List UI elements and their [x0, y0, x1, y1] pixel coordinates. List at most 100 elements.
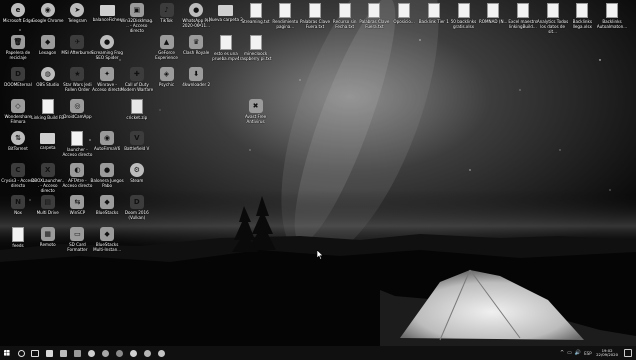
desktop-icon[interactable]: ◆ Lexagon	[32, 35, 64, 55]
desktop-icon[interactable]: ✈ MSI Afterburner	[61, 35, 93, 55]
desktop-icon[interactable]: Backlinks Autoalmaton...	[596, 3, 628, 29]
desktop-icon[interactable]: ◍ OBS Studio	[32, 67, 64, 87]
desktop-icon[interactable]: launcher - Acceso directo	[61, 131, 93, 157]
desktop-icon[interactable]: Backlinks llega.xlsx	[566, 3, 598, 29]
desktop-icon[interactable]: ⇅ BitTorrent	[2, 131, 34, 151]
taskbar-whatsapp[interactable]	[154, 346, 168, 360]
desktop-icon[interactable]: esto es una prueba.mpv4	[210, 35, 242, 61]
desktop-icon[interactable]: Analytics Todos los datos de sit...	[537, 3, 569, 34]
document-icon	[12, 227, 24, 242]
icon-glyph: C	[15, 165, 21, 174]
desktop-icon[interactable]: Nueva carpeta 2	[209, 3, 243, 22]
desktop-icon[interactable]: Excel maestro linkingBuild...	[507, 3, 539, 29]
app-icon: ⇆	[70, 195, 85, 209]
icon-glyph: ◍	[44, 69, 51, 78]
desktop-icon[interactable]: ◉ AutoFirmaV6	[91, 131, 123, 151]
icon-glyph: X	[44, 165, 51, 174]
desktop-icon[interactable]: V Battlefield V	[121, 131, 153, 151]
app-icon: ▦	[40, 227, 55, 241]
windows-logo-icon	[4, 350, 10, 356]
desktop-icon[interactable]: ▦ Remoto	[32, 227, 64, 247]
desktop-icon[interactable]: Palabras Clave Fuera.txt	[358, 3, 390, 29]
desktop-icon[interactable]: ✖ Avast Free Antivirus	[240, 99, 272, 124]
desktop-icon[interactable]: cricket.zip	[121, 99, 153, 120]
desktop-icon[interactable]: ● Screaming Frog SEO Spider	[91, 35, 123, 60]
desktop-icon[interactable]: ✦ Winrave - Acceso directo	[91, 67, 123, 92]
desktop-icon[interactable]: feeds	[2, 227, 34, 248]
taskbar-mail[interactable]	[70, 346, 84, 360]
app-icon: D	[129, 195, 144, 209]
tray-chevron-icon[interactable]: ^	[560, 350, 564, 356]
desktop-icon[interactable]: ◉ Google Chrome	[32, 3, 64, 23]
icon-glyph: ✦	[104, 69, 111, 78]
desktop-icon[interactable]: 🗑 Papelera de reciclaje	[2, 35, 34, 60]
desktop-icon[interactable]: ◆ BlueStacks Multi-Instan...	[91, 227, 123, 252]
desktop-icon[interactable]: ● Balonera Juegos Pabo	[91, 163, 124, 188]
notifications-button[interactable]	[624, 349, 632, 357]
desktop-icon[interactable]: ✚ Call of Duty Modern Warfare	[120, 67, 153, 92]
desktop-icon[interactable]: D Doom 2016 (Vulkan)	[121, 195, 153, 220]
app-icon: ✚	[129, 67, 144, 81]
desktop-icon[interactable]: Recurso sin Fecha.txt	[329, 3, 361, 29]
desktop-icon[interactable]: ⬇ 4kwnloader 2	[180, 67, 212, 87]
taskbar-steam[interactable]	[112, 346, 126, 360]
app-icon: ♪	[159, 3, 174, 17]
language-indicator[interactable]: ESP	[584, 351, 591, 356]
icon-glyph: ★	[74, 69, 81, 78]
volume-icon[interactable]: 🔊	[575, 350, 581, 356]
desktop-icon[interactable]: ★ Star Wars Jedi Fallen Order	[61, 67, 93, 92]
desktop-icon[interactable]: Streaming.txt	[240, 3, 272, 24]
network-icon[interactable]: ▭	[567, 350, 572, 356]
desktop-icon[interactable]: ◇ Wondershare Filmora	[2, 99, 34, 124]
desktop-icon[interactable]: Palabras Clave Fuera.txt	[299, 3, 331, 29]
desktop-icon-label: Screaming Frog SEO Spider	[91, 50, 124, 60]
desktop-icon[interactable]: X DBOXLauncher... - Acceso directo	[31, 163, 64, 193]
desktop-icon[interactable]: ♪ TikTok	[151, 3, 183, 23]
desktop-icon[interactable]: Linking Build FB	[31, 99, 64, 120]
desktop-icon-label: minecloock raspberry pi.txt	[239, 51, 272, 61]
desktop-icon[interactable]: N Nox	[2, 195, 34, 215]
desktop-icon[interactable]: Rendimiento pagina...	[269, 3, 301, 29]
desktop-icon[interactable]: Backlink Tier 1	[418, 3, 450, 24]
desktop-icon[interactable]: 50 backlinks gratis.xlsx	[448, 3, 480, 29]
desktop-icon[interactable]: e Microsoft Edge	[2, 3, 34, 23]
app-icon: ◇	[11, 99, 25, 113]
task-view-button[interactable]	[28, 346, 42, 360]
desktop-icon[interactable]: ▭ SD Card Formatter	[61, 227, 93, 252]
desktop-icon[interactable]: C Crysis3 - Acceso directo	[1, 163, 35, 188]
desktop-icon[interactable]: minecloock raspberry pi.txt	[240, 35, 272, 61]
document-icon	[41, 99, 54, 114]
desktop-icon[interactable]: ▣ Win32DiskImag... - Acceso directo	[120, 3, 153, 33]
desktop-icon[interactable]: ▲ GeForce Experience	[151, 35, 183, 60]
icon-glyph: ●	[193, 5, 200, 14]
icon-glyph: ▦	[44, 229, 51, 238]
clock[interactable]: 19:02 22/09/2020	[596, 348, 618, 358]
desktop-icon[interactable]: ♛ Clash Royale	[180, 35, 212, 55]
icon-glyph: ◉	[44, 5, 51, 14]
taskbar-store[interactable]	[56, 346, 70, 360]
taskbar-chrome[interactable]	[84, 346, 98, 360]
taskbar-file-explorer[interactable]	[42, 346, 56, 360]
taskbar-discord[interactable]	[140, 346, 154, 360]
desktop-icon[interactable]: carpeta	[32, 131, 64, 150]
app-icon: ◍	[40, 67, 55, 81]
desktop-icon[interactable]: ▤ Multi Drive	[32, 195, 64, 215]
desktop-icon[interactable]: ➤ Telegram	[61, 3, 93, 23]
search-button[interactable]	[14, 346, 28, 360]
taskbar-spotify[interactable]	[126, 346, 140, 360]
document-icon	[368, 3, 381, 18]
desktop-icon[interactable]: ROMNAD (N...	[477, 3, 509, 24]
desktop-icon[interactable]: balanceFiches	[91, 3, 123, 22]
desktop-icon[interactable]: ⇆ WinSCP	[61, 195, 93, 215]
desktop-icon[interactable]: ⚙ Steam	[121, 163, 153, 183]
start-button[interactable]	[0, 346, 14, 360]
taskbar-edge[interactable]	[98, 346, 112, 360]
app-icon: ➤	[70, 3, 85, 17]
desktop-icon[interactable]: ◐ AFTAtre - Acceso directo	[61, 163, 93, 188]
desktop-icon[interactable]: ◈ Psychic	[151, 67, 183, 87]
desktop-icon[interactable]: ◎ DroidCamApp	[61, 99, 93, 119]
desktop-icon[interactable]: Oposicio...	[388, 3, 420, 24]
desktop-icon[interactable]: ● WhatsApp PH 2020-06-11...	[180, 3, 212, 28]
desktop-icon[interactable]: ◆ BlueStacks	[91, 195, 123, 215]
desktop-icon[interactable]: D DOOMEternal	[2, 67, 34, 87]
